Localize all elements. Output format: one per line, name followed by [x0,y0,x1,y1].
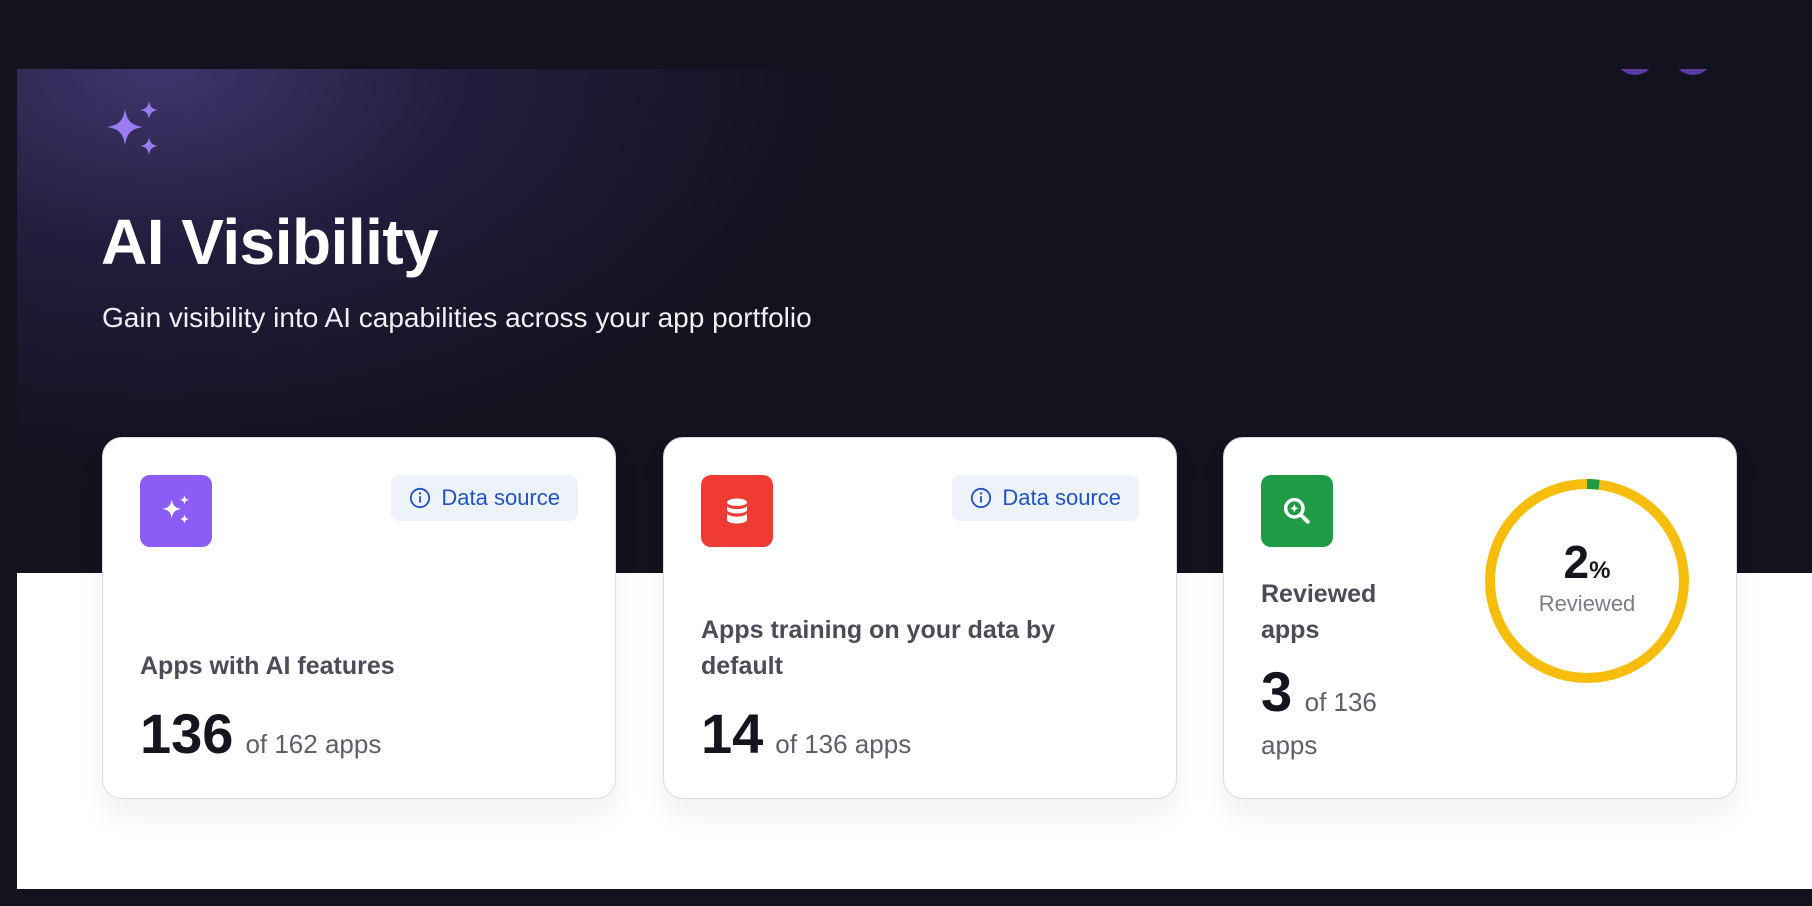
card-value: 136 [140,702,234,765]
card-value-row: 136 of 162 apps [140,706,381,762]
data-source-button[interactable]: Data source [952,475,1139,521]
percent-value: 2 % [1564,539,1611,585]
info-icon [410,487,431,509]
card-label: Apps training on your data by default [701,616,1056,680]
card-value: 14 [701,702,764,765]
info-icon [971,487,992,509]
card-total: of 162 apps [245,729,382,759]
percent-label: Reviewed [1538,591,1636,616]
card-value-row: 3 of 136 apps [1261,664,1431,769]
ai-features-tile [140,475,212,547]
percent-number: 2 [1563,536,1590,588]
page-subtitle: Gain visibility into AI capabilities acr… [102,302,812,333]
ai-features-card: Data source Apps with AI features 136 of… [102,437,616,799]
training-data-card: Data source Apps training on your data b… [663,437,1177,799]
card-total: of 136 apps [775,729,912,759]
card-value: 3 [1261,660,1293,723]
page-title: AI Visibility [101,206,439,278]
data-source-label: Data source [441,485,560,510]
database-icon [727,498,747,524]
avatar[interactable] [1673,69,1713,75]
data-source-label: Data source [1002,485,1121,510]
percent-symbol: % [1589,557,1611,584]
reviewed-progress-ring: 2 % Reviewed [1482,476,1692,686]
avatar[interactable] [1615,69,1655,75]
search-plus-icon [1283,497,1310,524]
training-data-tile [701,475,773,547]
card-label: Reviewed apps [1261,580,1377,644]
reviewed-tile [1261,475,1333,547]
ring-center: 2 % Reviewed [1482,476,1692,686]
sparkles-icon [107,101,158,155]
card-value-row: 14 of 136 apps [701,706,911,762]
sparkles-icon [162,495,190,524]
data-source-button[interactable]: Data source [391,475,578,521]
app-frame: AI Visibility Gain visibility into AI ca… [17,69,1812,889]
reviewed-apps-card: Reviewed apps 3 of 136 apps 2 % Reviewed [1223,437,1737,799]
card-label: Apps with AI features [140,652,395,680]
